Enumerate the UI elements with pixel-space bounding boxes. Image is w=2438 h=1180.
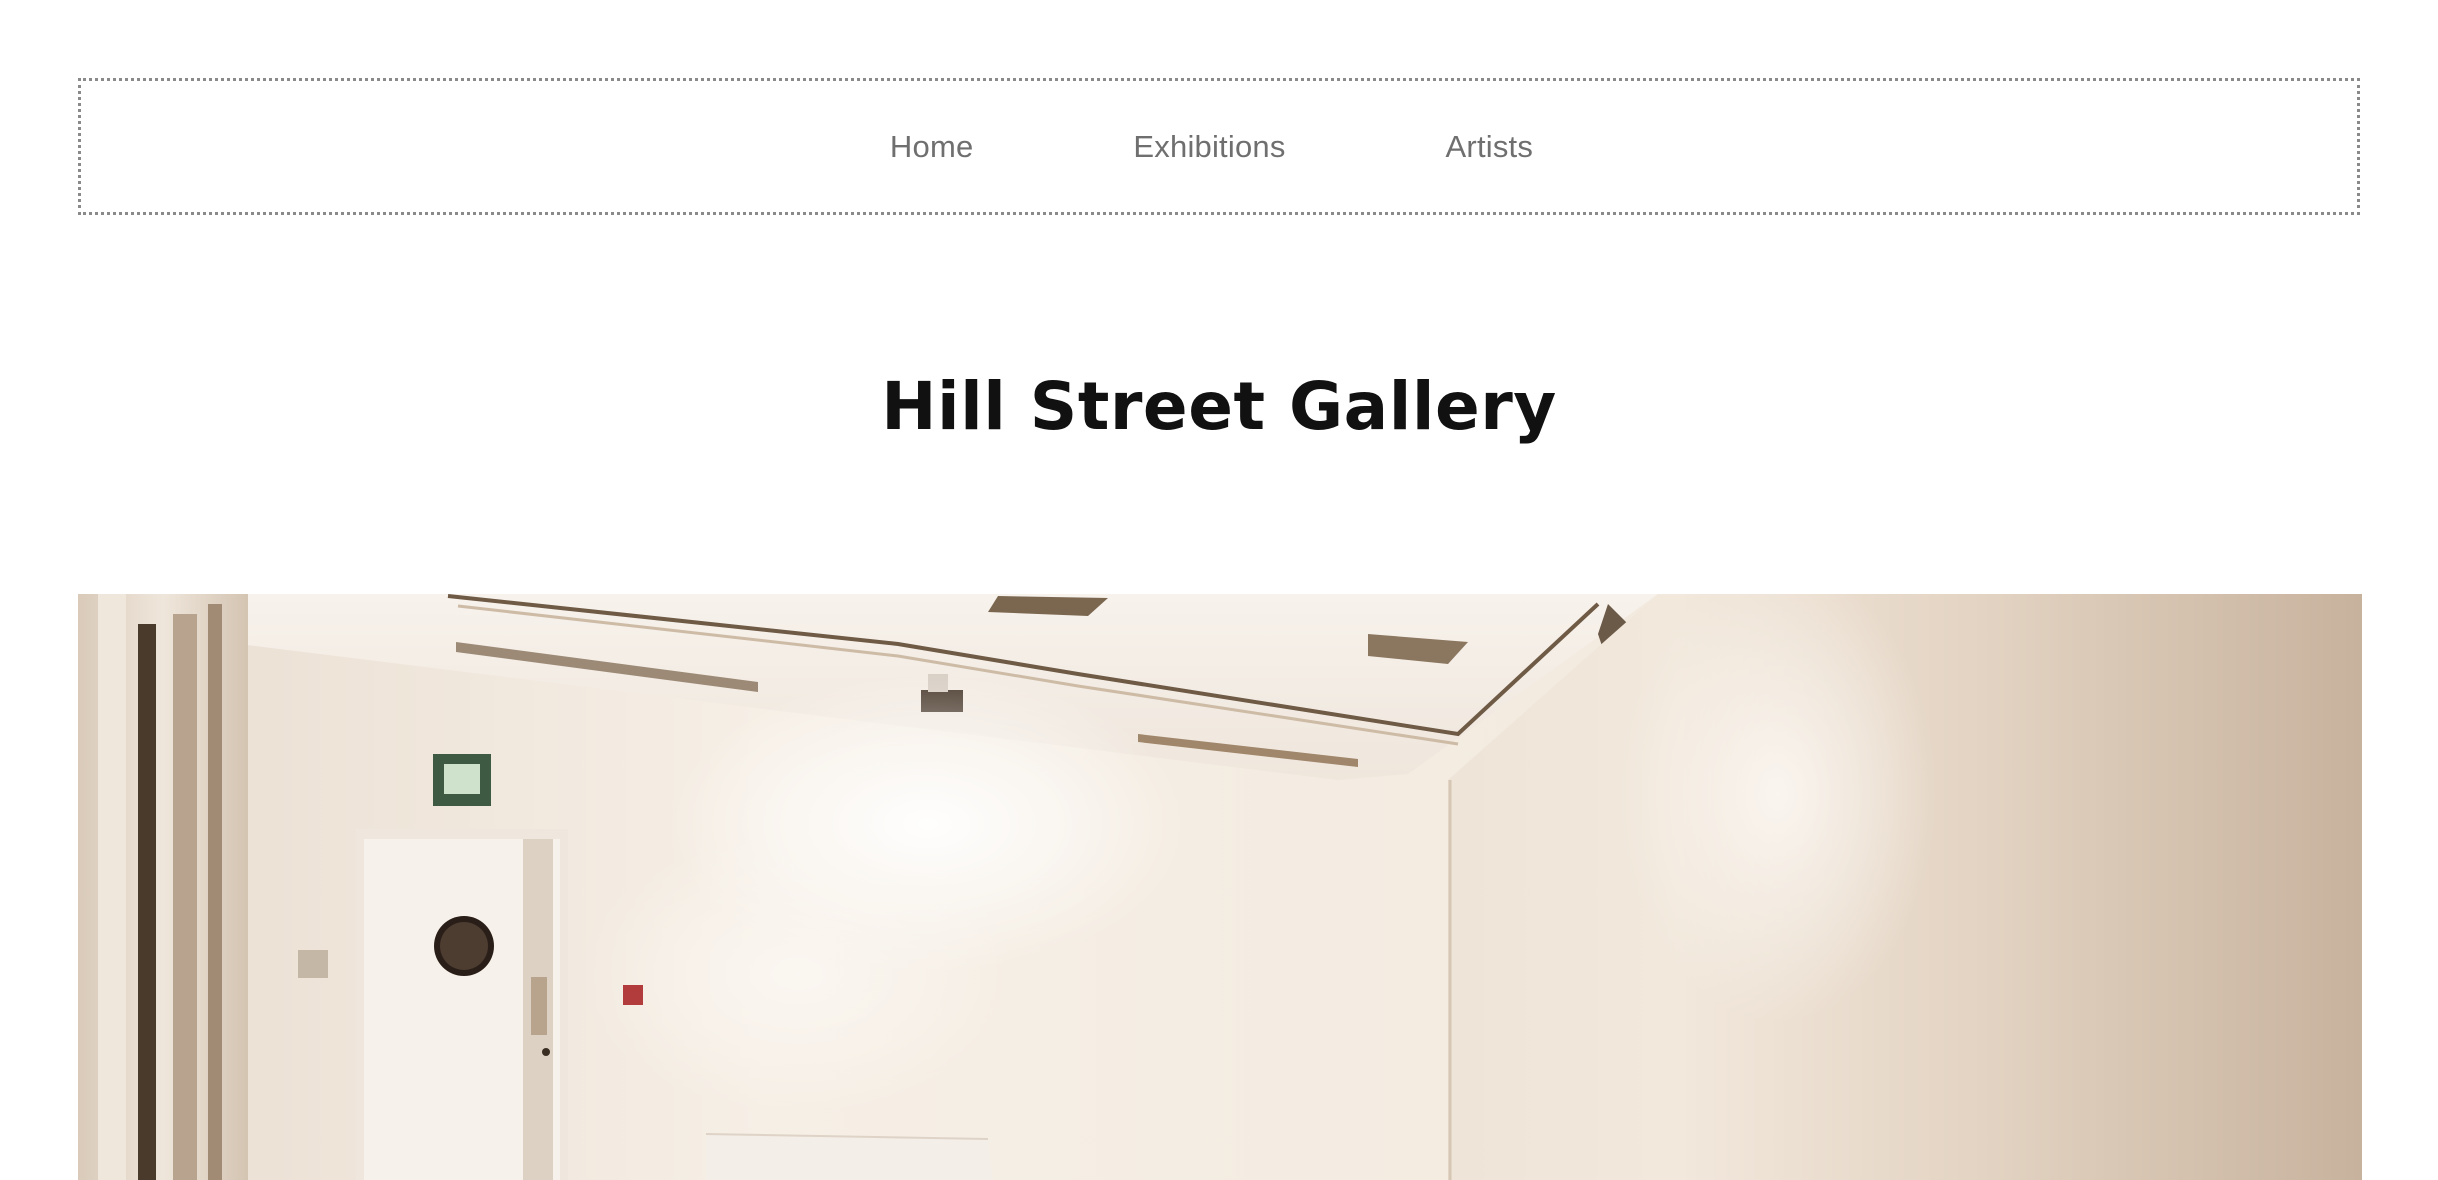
nav-link-home[interactable]: Home — [890, 129, 974, 165]
gallery-interior-image — [78, 594, 2362, 1180]
page-title: Hill Street Gallery — [881, 368, 1557, 445]
nav-link-artists[interactable]: Artists — [1446, 129, 1534, 165]
nav-items: Home Exhibitions Artists — [890, 129, 1533, 165]
page: Home Exhibitions Artists Hill Street Gal… — [0, 0, 2438, 1180]
main-navigation: Home Exhibitions Artists — [78, 78, 2360, 215]
nav-link-exhibitions[interactable]: Exhibitions — [1133, 129, 1285, 165]
